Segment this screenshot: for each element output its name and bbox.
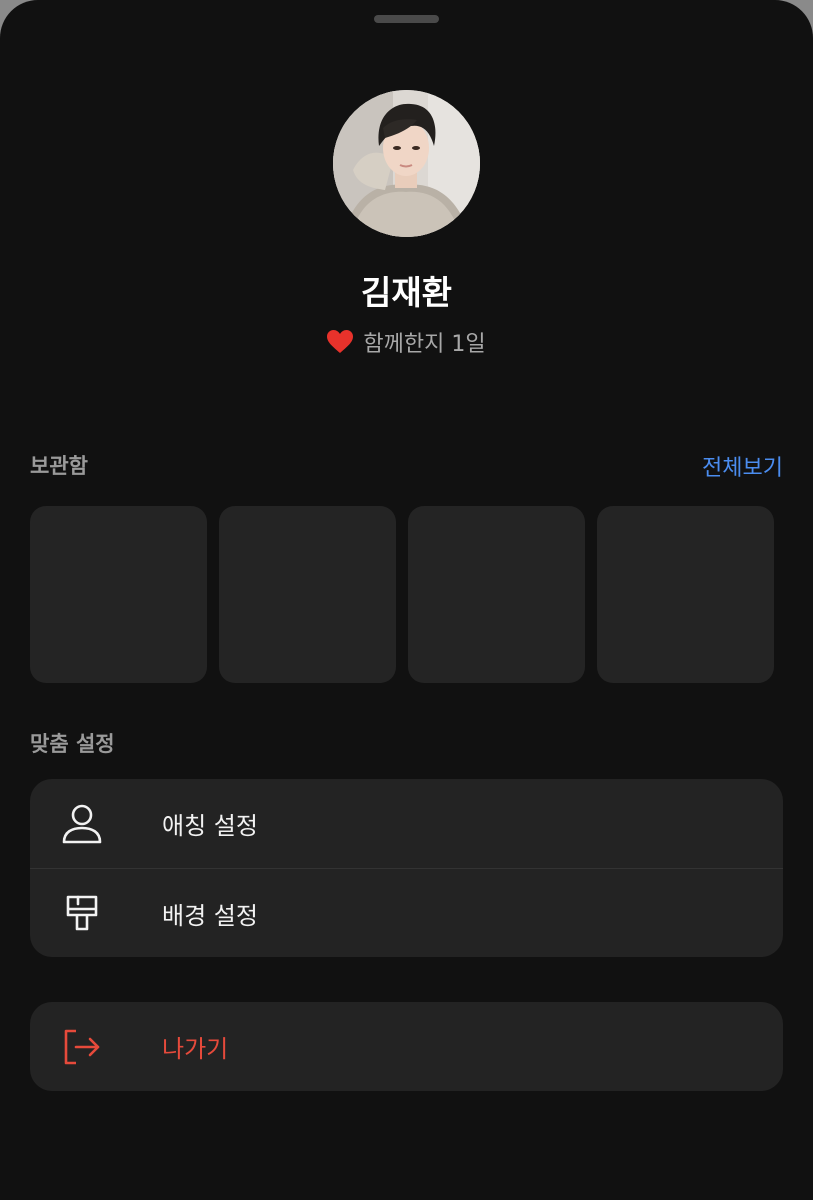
profile-name: 김재환	[360, 273, 453, 312]
exit-button[interactable]: 나가기	[30, 1002, 783, 1091]
custom-settings-card: 애칭 설정 배경 설정	[30, 779, 783, 957]
together-text: 함께한지 1일	[363, 332, 486, 357]
avatar	[333, 90, 480, 237]
storage-grid	[30, 506, 774, 683]
storage-slot[interactable]	[30, 506, 207, 683]
background-setting-label: 배경 설정	[162, 901, 258, 930]
person-icon	[60, 802, 104, 846]
storage-slot[interactable]	[219, 506, 396, 683]
exit-label: 나가기	[162, 1035, 229, 1063]
storage-title: 보관함	[30, 454, 88, 478]
heart-icon	[327, 330, 354, 353]
view-all-link[interactable]: 전체보기	[702, 450, 783, 482]
custom-settings-title: 맞춤 설정	[30, 732, 115, 756]
storage-slot[interactable]	[408, 506, 585, 683]
together-days: 함께한지 1일	[0, 326, 813, 358]
drag-handle[interactable]	[374, 15, 439, 23]
nickname-setting-label: 애칭 설정	[162, 812, 258, 840]
storage-slot[interactable]	[597, 506, 774, 683]
nickname-setting-row[interactable]: 애칭 설정	[30, 779, 783, 868]
profile-sheet: 김재환 함께한지 1일 보관함 전체보기 맞춤 설정 애칭 설정 배경 설정 나…	[0, 0, 813, 1200]
exit-icon	[60, 1025, 104, 1069]
avatar-photo	[333, 90, 480, 237]
paint-brush-icon	[60, 891, 104, 935]
exit-card: 나가기	[30, 1002, 783, 1091]
background-setting-row[interactable]: 배경 설정	[30, 868, 783, 957]
